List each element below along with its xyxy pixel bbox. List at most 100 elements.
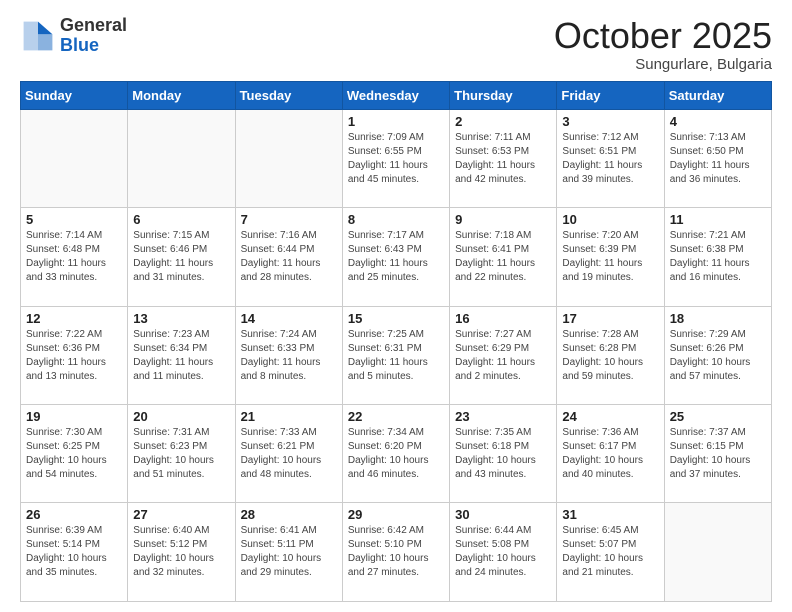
- day-number: 22: [348, 409, 444, 424]
- calendar-week-row: 26 Sunrise: 6:39 AM Sunset: 5:14 PM Dayli…: [21, 503, 772, 602]
- day-info: Sunrise: 7:27 AM Sunset: 6:29 PM Dayligh…: [455, 328, 551, 384]
- day-info: Sunrise: 7:20 AM Sunset: 6:39 PM Dayligh…: [562, 229, 658, 285]
- day-number: 27: [133, 507, 229, 522]
- day-number: 2: [455, 114, 551, 129]
- location-subtitle: Sungurlare, Bulgaria: [554, 56, 772, 73]
- calendar-cell: 3 Sunrise: 7:12 AM Sunset: 6:51 PM Daylig…: [557, 109, 664, 207]
- calendar-cell: [235, 109, 342, 207]
- calendar-week-row: 5 Sunrise: 7:14 AM Sunset: 6:48 PM Daylig…: [21, 208, 772, 306]
- day-info: Sunrise: 7:34 AM Sunset: 6:20 PM Dayligh…: [348, 426, 444, 482]
- day-number: 30: [455, 507, 551, 522]
- month-title: October 2025: [554, 16, 772, 56]
- day-info: Sunrise: 7:24 AM Sunset: 6:33 PM Dayligh…: [241, 328, 337, 384]
- day-info: Sunrise: 7:29 AM Sunset: 6:26 PM Dayligh…: [670, 328, 766, 384]
- day-info: Sunrise: 7:12 AM Sunset: 6:51 PM Dayligh…: [562, 131, 658, 187]
- day-number: 10: [562, 212, 658, 227]
- calendar-cell: 8 Sunrise: 7:17 AM Sunset: 6:43 PM Daylig…: [342, 208, 449, 306]
- day-info: Sunrise: 7:33 AM Sunset: 6:21 PM Dayligh…: [241, 426, 337, 482]
- calendar-cell: 12 Sunrise: 7:22 AM Sunset: 6:36 PM Dayli…: [21, 306, 128, 404]
- calendar-week-row: 19 Sunrise: 7:30 AM Sunset: 6:25 PM Dayli…: [21, 405, 772, 503]
- day-info: Sunrise: 7:14 AM Sunset: 6:48 PM Dayligh…: [26, 229, 122, 285]
- day-info: Sunrise: 7:25 AM Sunset: 6:31 PM Dayligh…: [348, 328, 444, 384]
- day-info: Sunrise: 7:13 AM Sunset: 6:50 PM Dayligh…: [670, 131, 766, 187]
- day-info: Sunrise: 7:22 AM Sunset: 6:36 PM Dayligh…: [26, 328, 122, 384]
- day-info: Sunrise: 7:31 AM Sunset: 6:23 PM Dayligh…: [133, 426, 229, 482]
- day-number: 9: [455, 212, 551, 227]
- calendar-cell: 2 Sunrise: 7:11 AM Sunset: 6:53 PM Daylig…: [450, 109, 557, 207]
- calendar-cell: 30 Sunrise: 6:44 AM Sunset: 5:08 PM Dayli…: [450, 503, 557, 602]
- day-number: 11: [670, 212, 766, 227]
- day-number: 23: [455, 409, 551, 424]
- day-number: 25: [670, 409, 766, 424]
- calendar-cell: 1 Sunrise: 7:09 AM Sunset: 6:55 PM Daylig…: [342, 109, 449, 207]
- calendar-cell: 22 Sunrise: 7:34 AM Sunset: 6:20 PM Dayli…: [342, 405, 449, 503]
- day-number: 18: [670, 311, 766, 326]
- day-number: 29: [348, 507, 444, 522]
- day-number: 31: [562, 507, 658, 522]
- calendar-cell: 17 Sunrise: 7:28 AM Sunset: 6:28 PM Dayli…: [557, 306, 664, 404]
- calendar-cell: 23Sunrise: 7:35 AM Sunset: 6:18 PM Dayli…: [450, 405, 557, 503]
- day-info: Sunrise: 6:45 AM Sunset: 5:07 PM Dayligh…: [562, 524, 658, 580]
- logo: General Blue: [20, 16, 127, 56]
- logo-general: General: [60, 16, 127, 36]
- day-number: 4: [670, 114, 766, 129]
- calendar-cell: [21, 109, 128, 207]
- day-number: 7: [241, 212, 337, 227]
- day-number: 17: [562, 311, 658, 326]
- calendar-week-row: 12 Sunrise: 7:22 AM Sunset: 6:36 PM Dayli…: [21, 306, 772, 404]
- weekday-header: Wednesday: [342, 81, 449, 109]
- weekday-header-row: SundayMondayTuesdayWednesdayThursdayFrid…: [21, 81, 772, 109]
- weekday-header: Saturday: [664, 81, 771, 109]
- logo-text: General Blue: [60, 16, 127, 56]
- calendar-cell: 4 Sunrise: 7:13 AM Sunset: 6:50 PM Daylig…: [664, 109, 771, 207]
- day-info: Sunrise: 7:18 AM Sunset: 6:41 PM Dayligh…: [455, 229, 551, 285]
- day-number: 26: [26, 507, 122, 522]
- calendar-cell: 24Sunrise: 7:36 AM Sunset: 6:17 PM Dayli…: [557, 405, 664, 503]
- day-number: 16: [455, 311, 551, 326]
- day-info: Sunrise: 6:42 AM Sunset: 5:10 PM Dayligh…: [348, 524, 444, 580]
- calendar: SundayMondayTuesdayWednesdayThursdayFrid…: [20, 81, 772, 602]
- day-number: 5: [26, 212, 122, 227]
- calendar-cell: 19 Sunrise: 7:30 AM Sunset: 6:25 PM Dayli…: [21, 405, 128, 503]
- calendar-cell: [128, 109, 235, 207]
- calendar-cell: 18 Sunrise: 7:29 AM Sunset: 6:26 PM Dayli…: [664, 306, 771, 404]
- day-info: Sunrise: 7:28 AM Sunset: 6:28 PM Dayligh…: [562, 328, 658, 384]
- day-number: 8: [348, 212, 444, 227]
- day-info: Sunrise: 6:41 AM Sunset: 5:11 PM Dayligh…: [241, 524, 337, 580]
- day-number: 3: [562, 114, 658, 129]
- calendar-week-row: 1 Sunrise: 7:09 AM Sunset: 6:55 PM Daylig…: [21, 109, 772, 207]
- calendar-cell: 11Sunrise: 7:21 AM Sunset: 6:38 PM Dayli…: [664, 208, 771, 306]
- day-info: Sunrise: 7:09 AM Sunset: 6:55 PM Dayligh…: [348, 131, 444, 187]
- calendar-cell: 5 Sunrise: 7:14 AM Sunset: 6:48 PM Daylig…: [21, 208, 128, 306]
- calendar-cell: 9 Sunrise: 7:18 AM Sunset: 6:41 PM Daylig…: [450, 208, 557, 306]
- day-number: 15: [348, 311, 444, 326]
- calendar-cell: 29 Sunrise: 6:42 AM Sunset: 5:10 PM Dayli…: [342, 503, 449, 602]
- weekday-header: Monday: [128, 81, 235, 109]
- day-info: Sunrise: 6:39 AM Sunset: 5:14 PM Dayligh…: [26, 524, 122, 580]
- weekday-header: Sunday: [21, 81, 128, 109]
- day-number: 14: [241, 311, 337, 326]
- day-info: Sunrise: 7:30 AM Sunset: 6:25 PM Dayligh…: [26, 426, 122, 482]
- header: General Blue October 2025 Sungurlare, Bu…: [20, 16, 772, 73]
- weekday-header: Friday: [557, 81, 664, 109]
- day-info: Sunrise: 6:40 AM Sunset: 5:12 PM Dayligh…: [133, 524, 229, 580]
- day-number: 21: [241, 409, 337, 424]
- day-info: Sunrise: 7:37 AM Sunset: 6:15 PM Dayligh…: [670, 426, 766, 482]
- calendar-cell: 26 Sunrise: 6:39 AM Sunset: 5:14 PM Dayli…: [21, 503, 128, 602]
- calendar-cell: 27 Sunrise: 6:40 AM Sunset: 5:12 PM Dayli…: [128, 503, 235, 602]
- day-number: 1: [348, 114, 444, 129]
- weekday-header: Tuesday: [235, 81, 342, 109]
- day-number: 24: [562, 409, 658, 424]
- day-number: 12: [26, 311, 122, 326]
- day-number: 19: [26, 409, 122, 424]
- calendar-cell: [664, 503, 771, 602]
- calendar-cell: 20 Sunrise: 7:31 AM Sunset: 6:23 PM Dayli…: [128, 405, 235, 503]
- day-number: 28: [241, 507, 337, 522]
- day-number: 20: [133, 409, 229, 424]
- calendar-cell: 16 Sunrise: 7:27 AM Sunset: 6:29 PM Dayli…: [450, 306, 557, 404]
- day-number: 6: [133, 212, 229, 227]
- calendar-cell: 13Sunrise: 7:23 AM Sunset: 6:34 PM Dayli…: [128, 306, 235, 404]
- day-info: Sunrise: 7:11 AM Sunset: 6:53 PM Dayligh…: [455, 131, 551, 187]
- day-info: Sunrise: 6:44 AM Sunset: 5:08 PM Dayligh…: [455, 524, 551, 580]
- day-info: Sunrise: 7:17 AM Sunset: 6:43 PM Dayligh…: [348, 229, 444, 285]
